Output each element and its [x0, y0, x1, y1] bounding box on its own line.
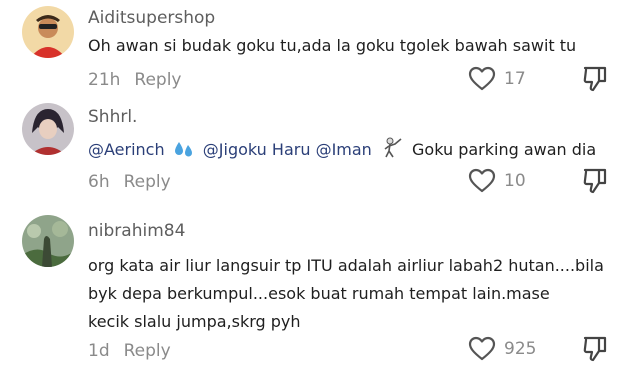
thumbs-down-icon: [583, 336, 607, 362]
like-count: 17: [504, 69, 526, 89]
comment-time: 21h: [88, 70, 121, 90]
like-button[interactable]: 925: [468, 336, 536, 362]
comment-username[interactable]: Aiditsupershop: [88, 8, 215, 28]
comment-time: 6h: [88, 172, 110, 192]
comment-time: 1d: [88, 341, 110, 361]
comment-username[interactable]: Shhrl.: [88, 107, 137, 127]
comment-text: @Aerinch @Jigoku Haru @Iman Goku parking…: [88, 136, 596, 163]
avatar[interactable]: [22, 6, 74, 58]
dislike-button[interactable]: [582, 167, 608, 195]
like-button[interactable]: 10: [468, 168, 526, 194]
thumbs-down-icon: [583, 66, 607, 92]
comment-text-line: org kata air liur langsuir tp ITU adalah…: [88, 256, 604, 275]
sweat-droplets-emoji: [174, 142, 192, 157]
mention-link[interactable]: @Jigoku Haru: [203, 140, 311, 159]
heart-outline-icon: [468, 66, 496, 91]
dislike-button[interactable]: [582, 335, 608, 363]
like-count: 10: [504, 171, 526, 191]
comment-username[interactable]: nibrahim84: [88, 221, 185, 241]
comment-text-line: kecik slalu jumpa,skrg pyh: [88, 312, 301, 331]
comment-text: Oh awan si budak goku tu,ada la goku tgo…: [88, 36, 577, 55]
comment-item: nibrahim84 org kata air liur langsuir tp…: [0, 205, 640, 363]
comment-meta: 1d Reply: [88, 341, 171, 361]
comment-item: Shhrl. @Aerinch @Jigoku Haru @Iman Goku …: [0, 100, 640, 205]
thumbs-down-icon: [583, 168, 607, 194]
comment-meta: 6h Reply: [88, 172, 171, 192]
comment-item: Aiditsupershop Oh awan si budak goku tu,…: [0, 0, 640, 100]
avatar[interactable]: [22, 215, 74, 267]
mention-link[interactable]: @Aerinch: [88, 140, 165, 159]
heart-outline-icon: [468, 168, 496, 193]
dislike-button[interactable]: [582, 65, 608, 93]
avatar[interactable]: [22, 103, 74, 155]
like-count: 925: [504, 339, 537, 359]
comment-message: Goku parking awan dia: [412, 140, 597, 159]
mention-link[interactable]: @Iman: [316, 140, 372, 159]
reply-button[interactable]: Reply: [124, 172, 171, 192]
comment-meta: 21h Reply: [88, 70, 182, 90]
like-button[interactable]: 17: [468, 66, 526, 92]
fencer-emoji: [384, 137, 402, 158]
reply-button[interactable]: Reply: [124, 341, 171, 361]
comment-text-line: byk depa berkumpul...esok buat rumah tem…: [88, 284, 550, 303]
reply-button[interactable]: Reply: [134, 70, 181, 90]
heart-outline-icon: [468, 336, 496, 361]
